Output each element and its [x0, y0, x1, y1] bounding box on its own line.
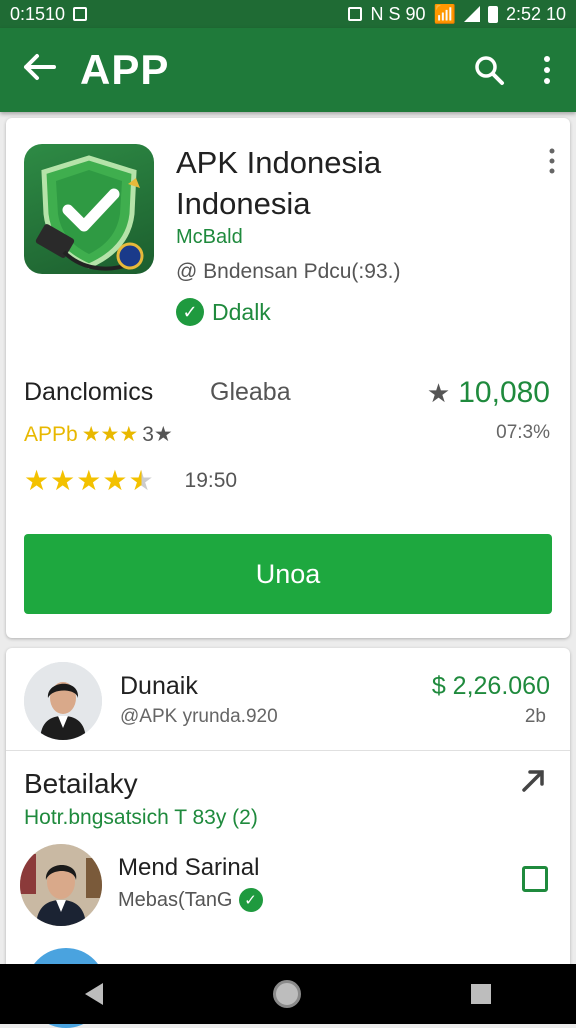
verified-label: Ddalk	[212, 298, 271, 325]
cell-signal-icon	[463, 6, 480, 22]
user-handle: @APK yrunda.920	[120, 706, 278, 727]
divider	[6, 750, 570, 751]
percent-value: 07:3%	[496, 422, 550, 443]
amount: $ 2,26.060	[431, 672, 550, 700]
check-circle-icon: ✓	[176, 298, 204, 326]
app-subtitle: @ Bndensan Pdcu(:93.)	[176, 260, 401, 283]
rating-row: ★★★★★ 19:50	[24, 464, 237, 497]
status-bar: 0:1510 N S 90 📶 2:52 10	[0, 0, 576, 28]
app-badge: APPb ★★★ 3★	[24, 422, 173, 447]
star-icon: ★	[102, 465, 129, 496]
section-title: Betailaky	[24, 768, 138, 799]
star-icon: ★	[76, 465, 103, 496]
developer-name[interactable]: McBald	[176, 226, 243, 249]
alarm-icon	[348, 7, 363, 21]
app-bar-title: APP	[80, 46, 170, 93]
star-icon: ★	[50, 465, 77, 496]
rating-count-value: 10,080	[458, 376, 550, 409]
card-more-vert-icon[interactable]	[548, 148, 556, 181]
rating-value: 19:50	[184, 468, 238, 492]
user-subtitle-text: Mebas(TanG	[118, 888, 233, 911]
verified-badge: ✓ Ddalk	[176, 298, 271, 326]
user-name[interactable]: Mend Sarinal	[118, 854, 259, 882]
star-icon: ★	[24, 465, 51, 496]
search-icon[interactable]	[460, 54, 518, 86]
notification-icon	[73, 7, 88, 21]
user-subtitle: Mebas(TanG ✓	[118, 888, 263, 912]
shield-app-icon	[24, 144, 154, 274]
badge-tail: 3★	[142, 423, 173, 446]
avatar[interactable]: 01	[24, 662, 102, 740]
app-name: APK Indonesia Indonesia	[176, 145, 382, 221]
check-circle-icon: ✓	[238, 888, 263, 912]
more-vert-icon[interactable]	[518, 55, 576, 85]
user-name[interactable]: Dunaik	[120, 672, 198, 701]
star-rating: ★★★★★	[24, 464, 155, 497]
battery-icon	[487, 5, 498, 23]
status-time-left: 0:1510	[10, 3, 66, 24]
status-signal-text: N S 90	[370, 3, 426, 24]
arrow-up-right-icon[interactable]	[520, 766, 548, 802]
time-ago: 2b	[524, 706, 546, 727]
badge-stars: ★★★	[81, 423, 139, 446]
app-detail-card: APK Indonesia Indonesia McBald @ Bndensa…	[6, 118, 570, 638]
app-bar: APP	[0, 28, 576, 112]
downloads-label: Danclomics	[24, 378, 154, 406]
section-subtitle[interactable]: Hotr.bngsatsich T 83y (2)	[24, 806, 258, 830]
nav-back-icon[interactable]	[85, 983, 103, 1005]
avatar[interactable]	[20, 844, 102, 926]
arrow-left-icon[interactable]	[0, 51, 80, 90]
install-button[interactable]: Unoa	[24, 534, 552, 614]
badge-icon: 01	[92, 730, 102, 740]
wifi-icon: 📶	[433, 3, 456, 24]
navigation-bar	[0, 964, 576, 1024]
category-label[interactable]: Gleaba	[210, 378, 291, 407]
star-icon: ★	[426, 377, 451, 408]
star-half-icon: ★	[128, 465, 155, 496]
bookmark-icon[interactable]	[522, 866, 548, 892]
status-time-right: 2:52 10	[505, 3, 566, 24]
nav-home-icon[interactable]	[273, 980, 301, 1008]
rating-count: ★ 10,080	[427, 376, 550, 410]
nav-recents-icon[interactable]	[471, 984, 491, 1004]
badge-text: APPb	[24, 422, 78, 446]
feed-card: 01 Dunaik @APK yrunda.920 $ 2,26.060 2b …	[6, 648, 570, 1028]
